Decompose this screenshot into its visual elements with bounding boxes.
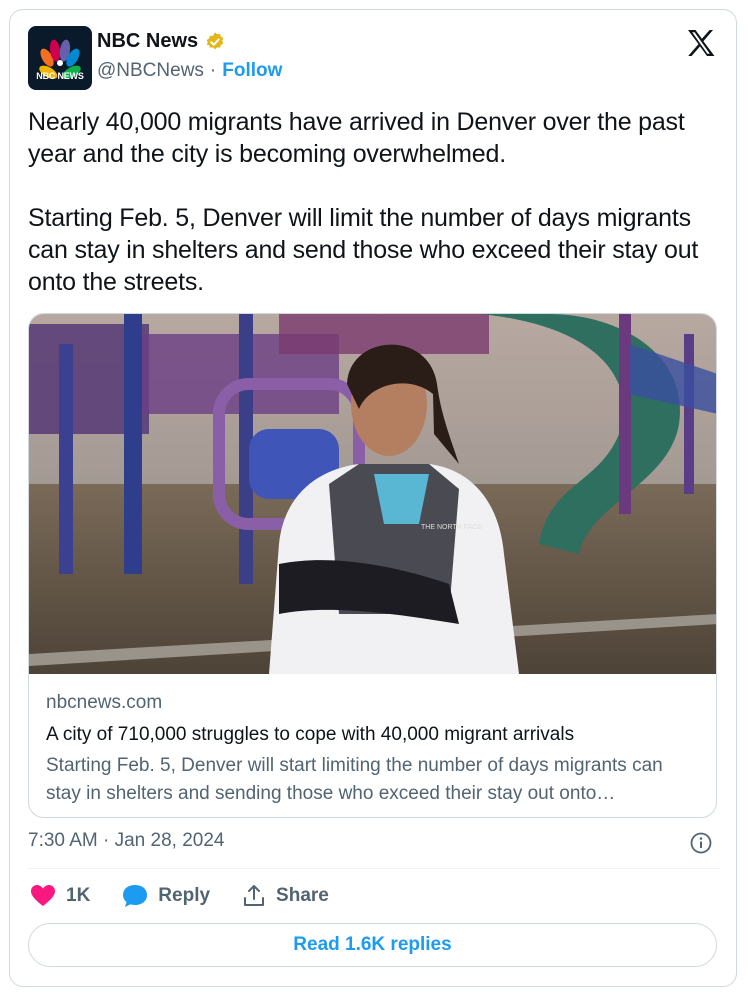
author-name[interactable]: NBC News	[97, 30, 198, 53]
link-preview-card[interactable]: THE NORTH FACE nbcnews.com A city of 710…	[28, 313, 717, 818]
avatar-logo-text: NBC NEWS	[36, 71, 84, 81]
read-replies-button[interactable]: Read 1.6K replies	[28, 923, 717, 967]
action-bar: 1K Reply Share	[30, 884, 361, 908]
verified-badge-icon	[206, 31, 224, 49]
x-logo-icon[interactable]	[686, 28, 716, 58]
reply-button[interactable]: Reply	[122, 884, 210, 908]
follow-button[interactable]: Follow	[222, 60, 282, 82]
share-button[interactable]: Share	[242, 884, 329, 908]
handle-row: @NBCNews · Follow	[97, 60, 282, 82]
like-count: 1K	[66, 885, 91, 906]
divider	[28, 868, 720, 869]
share-icon	[244, 885, 265, 906]
author-handle[interactable]: @NBCNews	[97, 60, 204, 82]
tweet-timestamp[interactable]: 7:30 AM · Jan 28, 2024	[28, 830, 224, 852]
jacket-logo: THE NORTH FACE	[421, 524, 482, 531]
share-label: Share	[276, 885, 329, 906]
link-description: Starting Feb. 5, Denver will start limit…	[46, 755, 663, 804]
avatar[interactable]: NBC NEWS	[28, 26, 92, 90]
link-info: nbcnews.com A city of 710,000 struggles …	[46, 692, 699, 808]
reply-bubble-icon	[123, 885, 148, 907]
link-domain: nbcnews.com	[46, 692, 163, 713]
link-title: A city of 710,000 struggles to cope with…	[46, 724, 575, 745]
article-photo: THE NORTH FACE	[29, 314, 716, 674]
heart-icon	[31, 885, 55, 906]
author-name-row: NBC News	[97, 30, 226, 53]
separator: ·	[209, 60, 217, 81]
reply-label: Reply	[158, 885, 211, 906]
tweet-paragraph: Starting Feb. 5, Denver will limit the n…	[28, 204, 699, 296]
like-button[interactable]: 1K	[30, 884, 90, 908]
tweet-text: Nearly 40,000 migrants have arrived in D…	[28, 106, 718, 298]
info-icon[interactable]	[690, 832, 712, 854]
tweet-paragraph: Nearly 40,000 migrants have arrived in D…	[28, 108, 685, 168]
